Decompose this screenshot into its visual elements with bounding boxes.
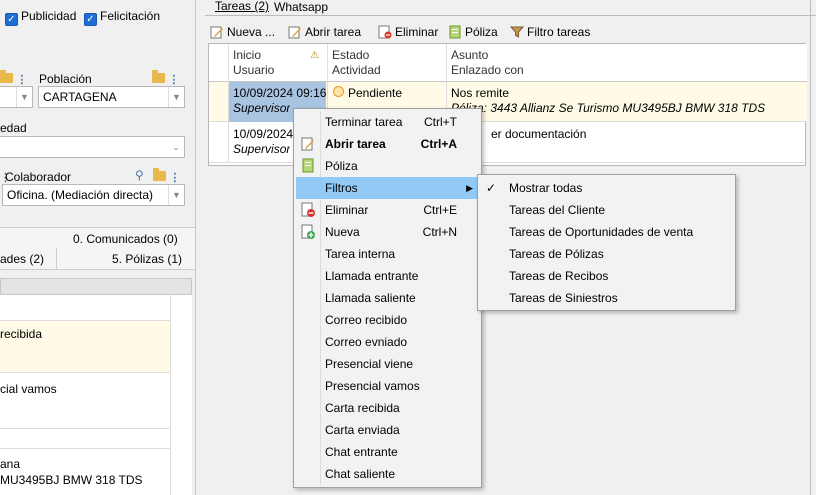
- folder-icon[interactable]: [152, 70, 165, 83]
- tab-tareas[interactable]: Tareas (2): [215, 0, 269, 13]
- list-item[interactable]: recibida: [0, 321, 170, 373]
- new-icon: [300, 224, 316, 240]
- edad-label: edad: [0, 121, 27, 135]
- more-icon[interactable]: ⋮: [169, 172, 180, 184]
- tabs-row-1: 0. Comunicados (0): [0, 227, 195, 249]
- open-task-button[interactable]: Abrir tarea: [288, 22, 361, 42]
- chevron-down-icon: ⌄: [172, 142, 180, 152]
- list-item[interactable]: cial vamos: [0, 373, 170, 429]
- filters-submenu: ✓ Mostrar todas Tareas del Cliente Tareas d…: [477, 174, 736, 311]
- poblacion-select[interactable]: CARTAGENA ▼: [38, 86, 185, 108]
- filter-active-icon[interactable]: ⚠: [310, 50, 322, 61]
- list-item[interactable]: [0, 295, 170, 321]
- felicitacion-checkbox[interactable]: ✓ Felicitación: [84, 9, 160, 26]
- menu-item-nueva[interactable]: Nueva Ctrl+N: [296, 221, 479, 243]
- menu-item-correo-evniado[interactable]: Correo evniado: [296, 331, 479, 353]
- check-icon: ✓: [84, 13, 97, 26]
- menu-item-presencial-vamos[interactable]: Presencial vamos: [296, 375, 479, 397]
- menu-item-eliminar[interactable]: Eliminar Ctrl+E: [296, 199, 479, 221]
- list-header: [0, 278, 192, 295]
- policy-icon: [449, 25, 461, 39]
- edit-icon: [288, 26, 301, 39]
- tab-actividades[interactable]: ades (2): [0, 252, 44, 266]
- policy-icon: [300, 158, 316, 174]
- more-icon[interactable]: ⋮: [168, 74, 179, 86]
- chevron-right-icon: ▶: [466, 183, 473, 193]
- list-item[interactable]: ana MU3495BJ BMW 318 TDS: [0, 449, 170, 495]
- chevron-down-icon: ▼: [168, 87, 184, 107]
- submenu-item-mostrar-todas[interactable]: ✓ Mostrar todas: [480, 177, 733, 199]
- colaborador-select[interactable]: Oficina. (Mediación directa) ▼: [2, 184, 185, 206]
- menu-item-terminar-tarea[interactable]: Terminar tarea Ctrl+T: [296, 111, 479, 133]
- divider: [56, 248, 57, 270]
- clock-icon: [333, 86, 344, 97]
- menu-item-correo-recibido[interactable]: Correo recibido: [296, 309, 479, 331]
- previous-field[interactable]: ▼: [0, 86, 33, 108]
- edad-select[interactable]: ⌄: [0, 136, 185, 158]
- tab-bar: Tareas (2) Whatsapp: [205, 0, 816, 16]
- chevron-down-icon: ▼: [16, 87, 32, 107]
- more-icon[interactable]: ⋮: [16, 74, 27, 86]
- divider: [810, 0, 811, 495]
- menu-item-carta-enviada[interactable]: Carta enviada: [296, 419, 479, 441]
- header-estado[interactable]: Estado: [332, 48, 369, 62]
- context-menu: Terminar tarea Ctrl+T Abrir tarea Ctrl+A Pól…: [293, 108, 482, 488]
- header-asunto[interactable]: Asunto: [451, 48, 488, 62]
- poblacion-label: Población: [39, 72, 92, 86]
- menu-item-carta-recibida[interactable]: Carta recibida: [296, 397, 479, 419]
- activity-list: recibida cial vamos ana MU3495BJ BMW 318…: [0, 295, 192, 495]
- submenu-item-tareas-de-p-lizas[interactable]: Tareas de Pólizas: [480, 243, 733, 265]
- filter-icon: [510, 26, 524, 38]
- check-icon: ✓: [5, 13, 18, 26]
- submenu-item-tareas-de-recibos[interactable]: Tareas de Recibos: [480, 265, 733, 287]
- delete-icon: [378, 25, 392, 39]
- divider: [170, 295, 171, 495]
- chevron-down-icon: ▼: [168, 185, 184, 205]
- menu-item-p-liza[interactable]: Póliza: [296, 155, 479, 177]
- filter-tasks-button[interactable]: Filtro tareas: [510, 22, 590, 42]
- header-inicio[interactable]: Inicio: [233, 48, 261, 62]
- tab-comunicados[interactable]: 0. Comunicados (0): [73, 232, 178, 246]
- tabs-row-2: ades (2) 5. Pólizas (1): [0, 248, 195, 270]
- colaborador-label: Colaborador: [5, 170, 72, 184]
- submenu-item-tareas-del-cliente[interactable]: Tareas del Cliente: [480, 199, 733, 221]
- menu-item-chat-entrante[interactable]: Chat entrante: [296, 441, 479, 463]
- folder-icon[interactable]: [153, 168, 166, 181]
- search-icon[interactable]: ⚲: [135, 168, 144, 182]
- folder-icon[interactable]: [0, 70, 13, 83]
- checkmark-icon: ✓: [486, 181, 497, 195]
- submenu-item-tareas-de-oportunidades-de-venta[interactable]: Tareas de Oportunidades de venta: [480, 221, 733, 243]
- policy-button[interactable]: Póliza: [448, 22, 498, 42]
- grid-header: Inicio Usuario ⚠ Estado Actividad Asunto…: [209, 44, 807, 82]
- menu-item-abrir-tarea[interactable]: Abrir tarea Ctrl+A: [296, 133, 479, 155]
- publicidad-checkbox[interactable]: ✓ Publicidad: [5, 9, 76, 26]
- header-actividad[interactable]: Actividad: [332, 63, 381, 77]
- new-task-button[interactable]: Nueva ...: [210, 22, 275, 42]
- edit-icon: [300, 136, 316, 152]
- list-item[interactable]: [0, 429, 170, 449]
- tab-whatsapp[interactable]: Whatsapp: [274, 0, 328, 14]
- submenu-item-tareas-de-siniestros[interactable]: Tareas de Siniestros: [480, 287, 733, 309]
- delete-button[interactable]: Eliminar: [378, 22, 438, 42]
- menu-item-llamada-entrante[interactable]: Llamada entrante: [296, 265, 479, 287]
- left-panel: ✓ Publicidad ✓ Felicitación ⋮ Población ⋮ …: [0, 0, 196, 495]
- menu-item-tarea-interna[interactable]: Tarea interna: [296, 243, 479, 265]
- menu-item-presencial-viene[interactable]: Presencial viene: [296, 353, 479, 375]
- header-usuario[interactable]: Usuario: [233, 63, 274, 77]
- header-enlazado[interactable]: Enlazado con: [451, 63, 524, 77]
- menu-item-filtros[interactable]: Filtros ▶: [296, 177, 479, 199]
- new-icon: [210, 26, 223, 39]
- delete-icon: [300, 202, 316, 218]
- menu-item-llamada-saliente[interactable]: Llamada saliente: [296, 287, 479, 309]
- tab-polizas[interactable]: 5. Pólizas (1): [112, 252, 182, 266]
- menu-item-chat-saliente[interactable]: Chat saliente: [296, 463, 479, 485]
